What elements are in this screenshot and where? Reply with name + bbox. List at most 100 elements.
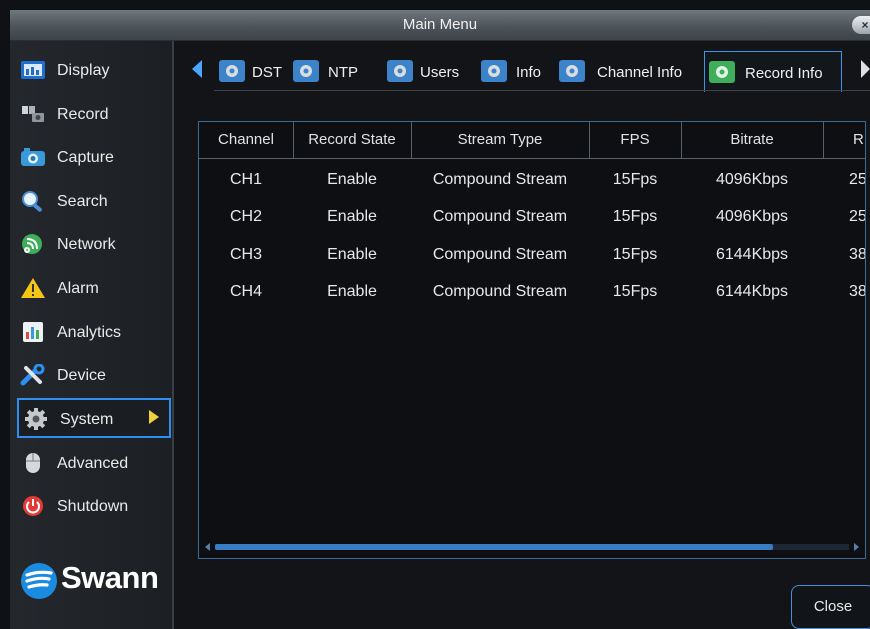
scroll-right-icon[interactable] <box>854 543 859 551</box>
cell-bitrate: 4096Kbps <box>715 208 789 225</box>
window-title: Main Menu <box>402 16 478 33</box>
tab-record-info[interactable]: Record Info <box>704 51 842 92</box>
cell-bitrate: 6144Kbps <box>715 246 789 263</box>
gear-icon <box>709 61 735 83</box>
horizontal-scrollbar[interactable] <box>205 543 859 551</box>
cell-resolution: 38 <box>849 283 866 300</box>
close-button[interactable]: Close <box>791 585 870 629</box>
network-icon <box>22 234 42 254</box>
gear-icon <box>387 60 413 82</box>
gear-icon <box>293 60 319 82</box>
column-header-fps: FPS <box>589 122 682 158</box>
main-panel: DST NTP Users Info Channel Info Record I… <box>174 41 870 629</box>
tab-channel-info[interactable]: Channel Info <box>558 55 698 87</box>
table-header: Channel Record State Stream Type FPS Bit… <box>199 122 865 159</box>
tab-bar: DST NTP Users Info Channel Info Record I… <box>174 41 870 97</box>
column-header-resolution: R <box>853 131 864 148</box>
gear-icon <box>25 408 47 430</box>
sidebar-item-label: Device <box>57 367 106 384</box>
scroll-left-icon[interactable] <box>205 543 210 551</box>
title-bar: Main Menu × <box>10 10 870 41</box>
sidebar-item-alarm[interactable]: Alarm <box>16 269 168 307</box>
cell-bitrate: 6144Kbps <box>715 283 789 300</box>
sidebar-item-advanced[interactable]: Advanced <box>16 444 168 482</box>
cell-record-state: Enable <box>327 208 377 225</box>
logo-text: Swann <box>61 560 159 595</box>
tab-ntp[interactable]: NTP <box>292 55 370 87</box>
tab-scroll-left-icon[interactable] <box>192 60 202 78</box>
sidebar-item-label: Search <box>57 193 108 210</box>
tab-label: Channel Info <box>597 64 683 81</box>
sidebar-item-label: Advanced <box>57 455 129 472</box>
alarm-icon <box>21 278 45 298</box>
cell-fps: 15Fps <box>612 246 658 263</box>
sidebar-item-label: Display <box>57 62 110 79</box>
tab-underline <box>214 90 870 91</box>
tab-label: DST <box>252 64 282 81</box>
cell-channel: CH3 <box>229 246 262 263</box>
column-header-bitrate: Bitrate <box>681 122 824 158</box>
record-info-table: Channel Record State Stream Type FPS Bit… <box>198 121 866 559</box>
column-header-channel: Channel <box>199 122 294 158</box>
mouse-icon <box>26 453 40 473</box>
table-row: CH3 Enable Compound Stream 15Fps 6144Kbp… <box>199 237 865 273</box>
cell-stream-type: Compound Stream <box>432 246 568 263</box>
cell-stream-type: Compound Stream <box>432 283 568 300</box>
tab-label: Users <box>420 64 460 81</box>
sidebar-item-label: Alarm <box>57 280 99 297</box>
cell-resolution: 25 <box>849 171 866 188</box>
cell-bitrate: 4096Kbps <box>715 171 789 188</box>
sidebar-item-display[interactable]: Display <box>16 51 168 89</box>
sidebar-item-system[interactable]: System <box>17 398 171 438</box>
sidebar-item-analytics[interactable]: Analytics <box>16 313 168 351</box>
gear-icon <box>481 60 507 82</box>
display-icon <box>21 61 45 79</box>
sidebar-item-device[interactable]: Device <box>16 356 168 394</box>
sidebar-item-label: Shutdown <box>57 498 129 515</box>
gear-icon <box>219 60 245 82</box>
cell-channel: CH1 <box>229 171 262 188</box>
cell-resolution: 25 <box>849 208 866 225</box>
sidebar-item-search[interactable]: Search <box>16 182 168 220</box>
sidebar-item-label: Network <box>57 236 116 253</box>
tab-users[interactable]: Users <box>386 55 468 87</box>
sidebar-item-label: System <box>60 411 114 428</box>
record-icon <box>22 106 44 122</box>
sidebar-item-shutdown[interactable]: Shutdown <box>16 487 168 525</box>
sidebar-item-label: Analytics <box>57 324 122 341</box>
sidebar-item-label: Record <box>57 106 109 123</box>
cell-record-state: Enable <box>327 171 377 188</box>
power-icon <box>23 496 43 516</box>
cell-stream-type: Compound Stream <box>432 208 568 225</box>
sidebar-item-network[interactable]: Network <box>16 225 168 263</box>
tab-label: NTP <box>328 64 358 81</box>
swann-logo: Swann <box>18 556 178 606</box>
sidebar-item-capture[interactable]: Capture <box>16 138 168 176</box>
table-row: CH4 Enable Compound Stream 15Fps 6144Kbp… <box>199 274 865 310</box>
cell-channel: CH2 <box>229 208 262 225</box>
window-close-button[interactable]: × <box>852 16 870 34</box>
cell-record-state: Enable <box>327 283 377 300</box>
cell-record-state: Enable <box>327 246 377 263</box>
cell-fps: 15Fps <box>612 208 658 225</box>
table-row: CH1 Enable Compound Stream 15Fps 4096Kbp… <box>199 162 865 198</box>
active-arrow-icon <box>149 410 159 424</box>
sidebar-item-record[interactable]: Record <box>16 95 168 133</box>
camera-icon <box>21 148 45 166</box>
table-row: CH2 Enable Compound Stream 15Fps 4096Kbp… <box>199 199 865 235</box>
tab-dst[interactable]: DST <box>218 55 288 87</box>
cell-fps: 15Fps <box>612 171 658 188</box>
search-icon <box>22 191 42 212</box>
column-header-record-state: Record State <box>293 122 412 158</box>
tab-scroll-right-icon[interactable] <box>861 60 870 78</box>
column-header-stream-type: Stream Type <box>411 122 590 158</box>
cell-resolution: 38 <box>849 246 866 263</box>
cell-fps: 15Fps <box>612 283 658 300</box>
scroll-thumb[interactable] <box>215 544 773 550</box>
tab-info[interactable]: Info <box>480 55 548 87</box>
device-icon <box>20 364 45 386</box>
gear-icon <box>559 60 585 82</box>
cell-stream-type: Compound Stream <box>432 171 568 188</box>
cell-channel: CH4 <box>229 283 262 300</box>
swann-logo-icon <box>21 563 57 599</box>
